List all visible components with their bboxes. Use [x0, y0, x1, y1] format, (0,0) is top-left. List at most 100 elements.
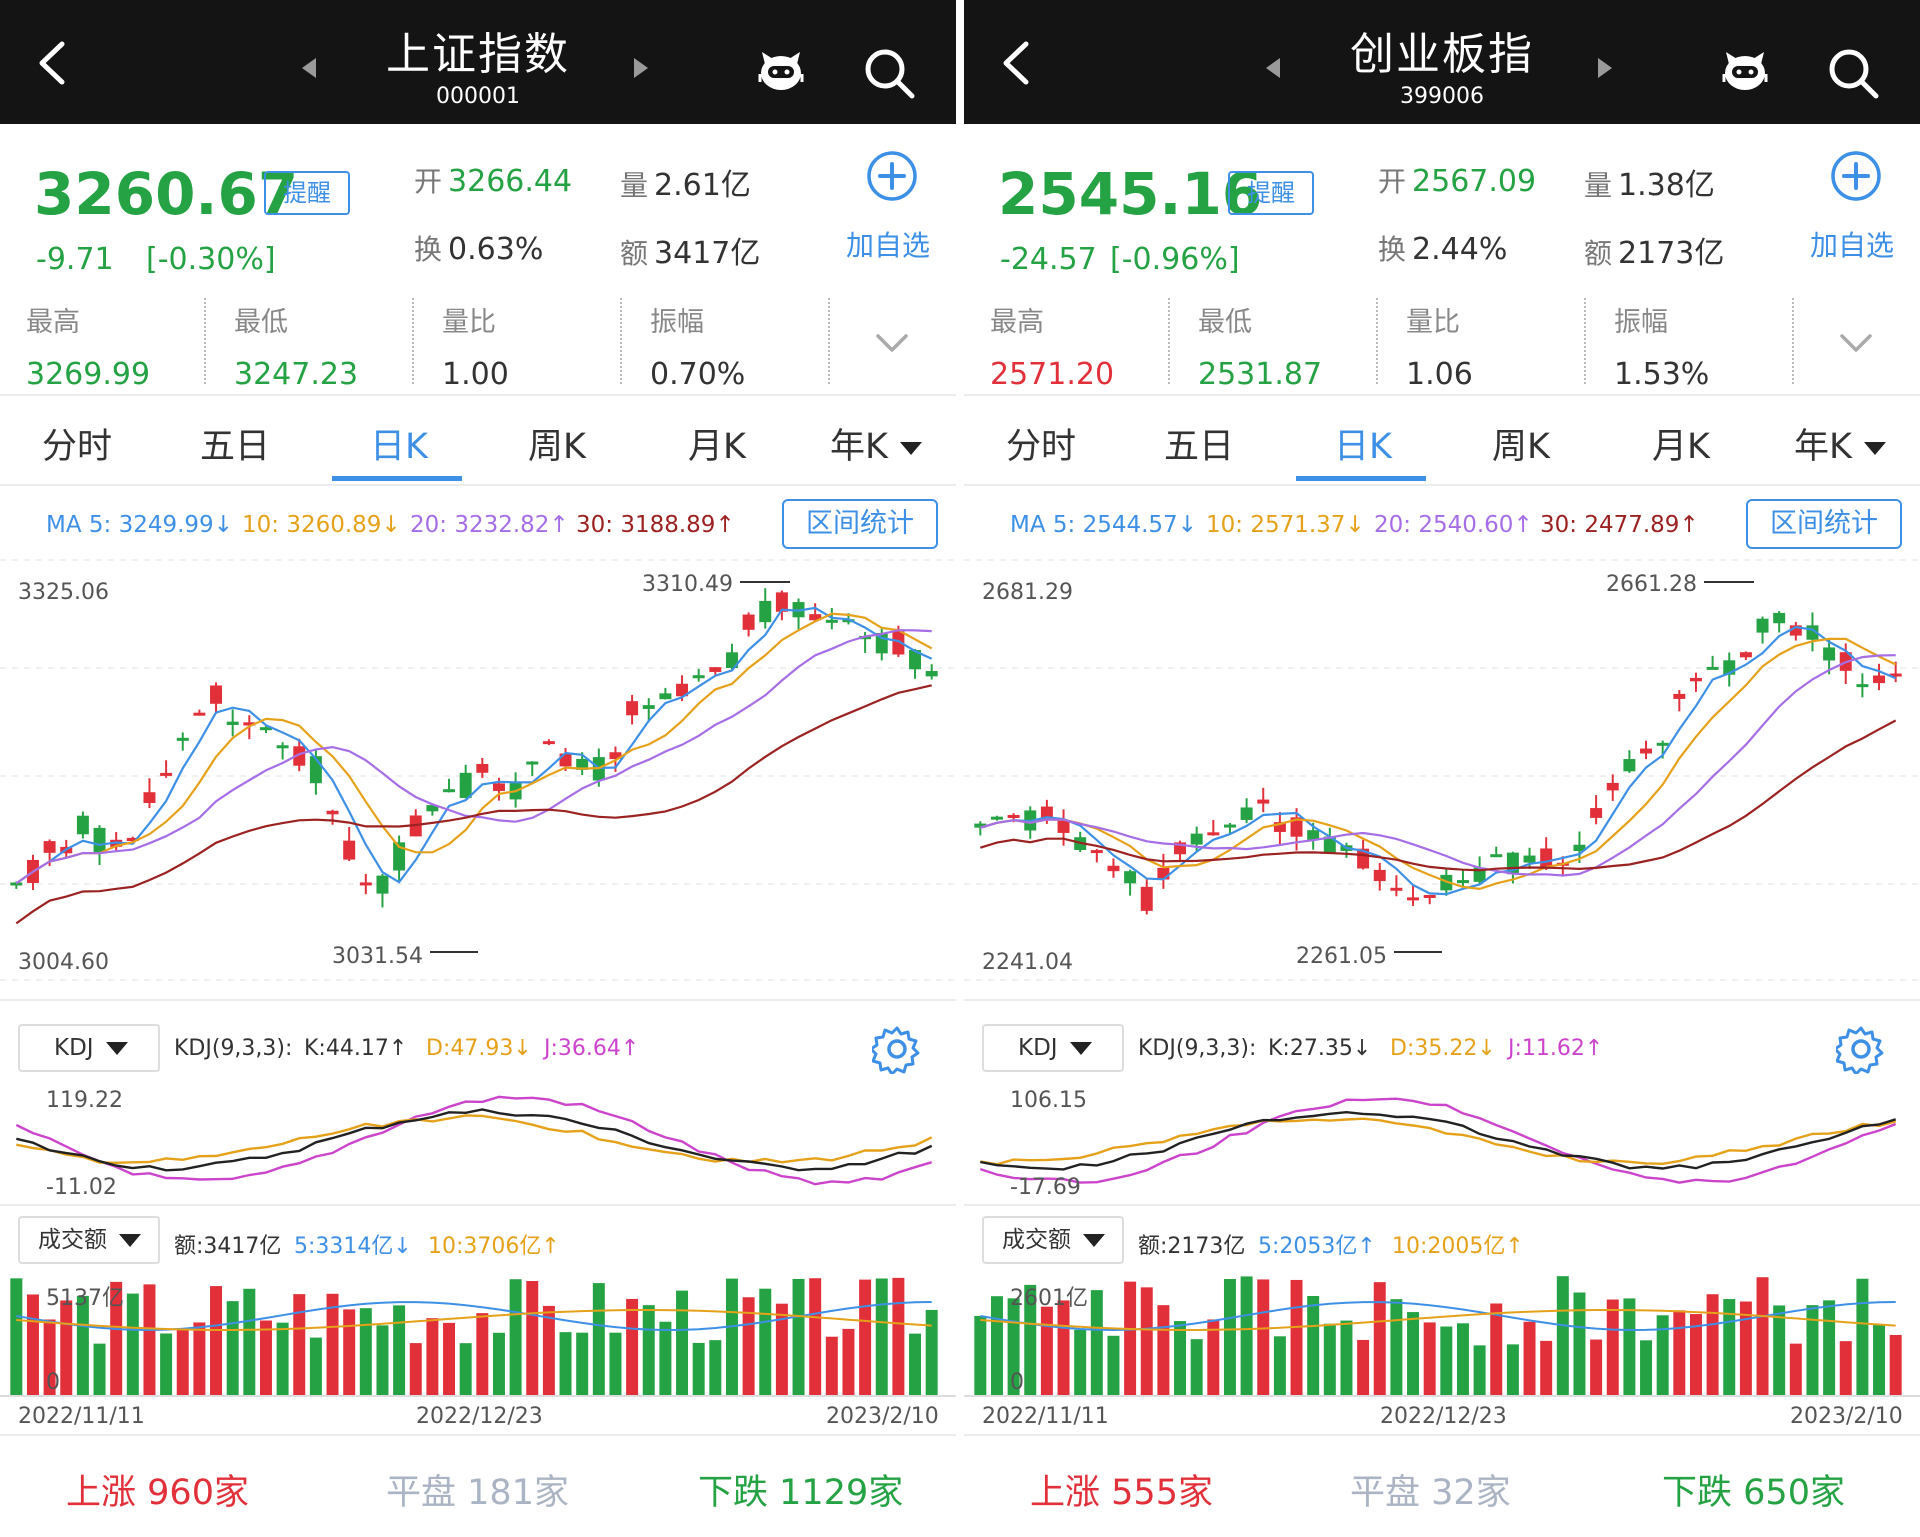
volume-bar — [1889, 1334, 1902, 1396]
volume-bar — [1407, 1312, 1420, 1396]
candle-body — [176, 737, 189, 741]
volume-axis-top-label: 2601亿 — [1010, 1286, 1088, 1311]
turnover-amount-value: 额:3417亿 — [174, 1234, 282, 1259]
candle-body — [542, 741, 555, 745]
volume-bar — [559, 1332, 572, 1396]
kdj-d-value: D:35.22↓ — [1390, 1036, 1496, 1061]
volume-bar — [1773, 1305, 1786, 1396]
date-label-start: 2022/11/11 — [982, 1404, 1109, 1429]
advancers-count: 上涨 960家 — [66, 1473, 249, 1513]
decliners-count: 下跌 650家 — [1662, 1473, 1845, 1513]
turnover-ma10-value: 10:3706亿↑ — [428, 1234, 560, 1259]
volume-bar — [1606, 1299, 1619, 1396]
volume-bar — [676, 1290, 689, 1396]
candle-body — [276, 745, 289, 749]
candle-body — [990, 816, 1003, 820]
volume-bar — [10, 1278, 23, 1396]
candle-body — [1057, 820, 1070, 833]
volume-bar — [1373, 1282, 1386, 1396]
price-axis-bottom-label: 2241.04 — [982, 950, 1073, 975]
candle-body — [709, 667, 722, 672]
volume-bar — [26, 1294, 39, 1396]
indicator-selector-turnover[interactable]: 成交额 — [18, 1216, 160, 1264]
candle-body — [1856, 684, 1869, 688]
candle-body — [1407, 897, 1420, 901]
dropdown-triangle-icon — [119, 1234, 141, 1247]
volume-bar — [276, 1322, 289, 1396]
volume-bar — [1540, 1340, 1553, 1396]
candle-body — [1157, 867, 1170, 880]
kdj-j-value: J:36.64↑ — [544, 1036, 640, 1061]
volume-bar — [1856, 1278, 1869, 1396]
volume-bar — [1057, 1300, 1070, 1396]
volume-bar — [160, 1333, 173, 1396]
chart-canvas — [0, 559, 956, 1397]
kdj-axis-top-label: 119.22 — [46, 1088, 123, 1113]
volume-axis-zero-label: 0 — [46, 1370, 60, 1395]
volume-bar — [326, 1293, 339, 1396]
volume-bar — [576, 1332, 589, 1396]
candle-body — [1606, 782, 1619, 791]
volume-bar — [426, 1318, 439, 1396]
volume-bar — [1357, 1339, 1370, 1396]
candle-body — [1140, 886, 1153, 911]
chinext-index-panel: 创业板指 399006 2545.16 提醒 -24.57 [-0.96%] 开… — [964, 0, 1920, 1537]
candle-body — [1107, 865, 1120, 872]
chart-canvas — [964, 559, 1920, 1397]
turnover-amount-value: 额:2173亿 — [1138, 1234, 1246, 1259]
volume-bar — [842, 1328, 855, 1396]
price-axis-top-label: 3325.06 — [18, 580, 109, 605]
volume-bar — [542, 1305, 555, 1396]
settings-gear-icon[interactable] — [1836, 1024, 1886, 1074]
candle-body — [1124, 871, 1137, 884]
volume-bar — [1207, 1319, 1220, 1396]
ma30-line — [979, 719, 1897, 872]
app-screen: 上证指数 000001 3260.67 提醒 -9.71 [-0.30%] 开3… — [0, 0, 1920, 1537]
candle-body — [1257, 799, 1270, 804]
candle-body — [692, 675, 705, 679]
volume-bar — [443, 1322, 456, 1396]
volume-bar — [1490, 1303, 1503, 1396]
indicator-selector-turnover[interactable]: 成交额 — [982, 1216, 1124, 1264]
candle-body — [1540, 848, 1553, 867]
candle-body — [1823, 647, 1836, 661]
candle-body — [376, 875, 389, 894]
settings-gear-icon[interactable] — [872, 1024, 922, 1074]
min-price-label: 2261.05 — [1296, 944, 1387, 969]
candle-body — [359, 882, 372, 886]
ma20-line — [979, 654, 1896, 877]
volume-bar — [1340, 1320, 1353, 1396]
candle-body — [526, 761, 539, 765]
volume-bar — [725, 1278, 738, 1396]
indicator-selector-kdj[interactable]: KDJ — [18, 1024, 160, 1072]
volume-bar — [1273, 1336, 1286, 1396]
volume-bar — [1523, 1321, 1536, 1396]
volume-bar — [226, 1301, 239, 1396]
volume-bar — [309, 1337, 322, 1396]
volume-bar — [1756, 1277, 1769, 1396]
max-price-label: 3310.49 — [642, 572, 733, 597]
volume-bar — [1556, 1276, 1569, 1396]
volume-bar — [859, 1279, 872, 1396]
volume-bar — [1307, 1295, 1320, 1396]
candle-body — [1007, 814, 1020, 818]
date-label-end: 2023/2/10 — [1790, 1404, 1903, 1429]
candle-body — [626, 701, 639, 716]
candle-body — [1207, 832, 1220, 836]
volume-bar — [243, 1288, 256, 1396]
kdj-axis-top-label: 106.15 — [1010, 1088, 1087, 1113]
candle-body — [659, 693, 672, 700]
date-label-middle: 2022/12/23 — [416, 1404, 543, 1429]
volume-bar — [1223, 1279, 1236, 1396]
indicator-selector-kdj[interactable]: KDJ — [982, 1024, 1124, 1072]
candle-body — [1223, 824, 1236, 828]
volume-bar — [1506, 1344, 1519, 1396]
volume-bar — [1789, 1343, 1802, 1396]
candle-body — [1640, 748, 1653, 754]
kdj-d-value: D:47.93↓ — [426, 1036, 532, 1061]
volume-bar — [626, 1298, 639, 1396]
volume-bar — [642, 1305, 655, 1396]
volume-bar — [809, 1278, 822, 1396]
candle-body — [1739, 652, 1752, 658]
kdj-k-value: K:44.17↑ — [304, 1036, 408, 1061]
